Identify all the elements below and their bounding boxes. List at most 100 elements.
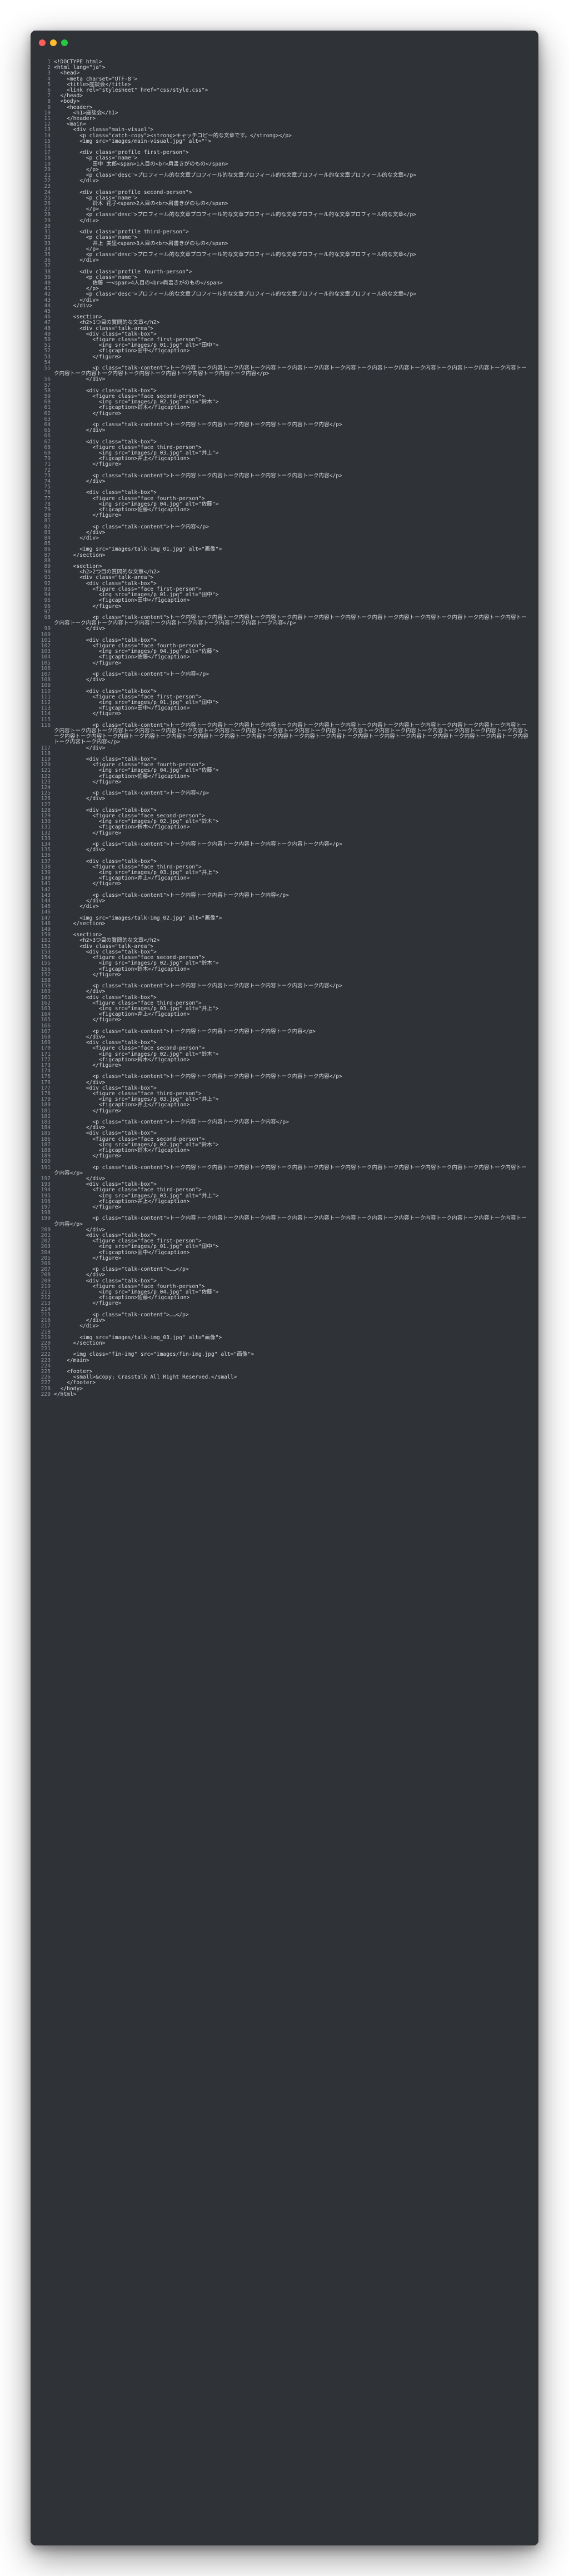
zoom-button[interactable] [61,39,68,46]
code-line: 29 </div> [31,218,538,224]
code-line: 135 </div> [31,847,538,853]
code-text: </section> [54,1340,106,1346]
code-text: <figcaption>佐藤</figcaption> [54,1295,190,1301]
code-line: 44 </div> [31,303,538,309]
code-line: 42 <p class="desc">プロフィール的な文章プロフィール的な文章プ… [31,292,538,297]
code-line: 223 </main> [31,1357,538,1364]
code-text: </div> [54,376,106,383]
line-number: 217 [41,1323,51,1330]
code-text: <h1>座談会</h1> [54,109,118,116]
code-text: </figure> [54,353,122,360]
code-text: <figcaption>佐藤</figcaption> [54,654,190,661]
code-text: <figcaption>鈴木</figcaption> [54,405,190,411]
code-line: 73 <p class="talk-content">トーク内容トーク内容トーク… [31,473,538,479]
code-text: </div> [54,529,106,536]
code-text: <p class="talk-content">トーク内容</p> [54,523,209,530]
code-text: <p class="talk-content">トーク内容トーク内容トーク内容ト… [54,1119,289,1125]
code-line: 117 </div> [31,745,538,751]
code-line: 229 </html> [31,1391,538,1397]
code-text: </div> [54,745,106,751]
code-text: <figcaption>井上</figcaption> [54,1011,190,1018]
code-line: 88 [31,558,538,564]
line-number: 222 [41,1351,51,1358]
code-text: </section> [54,920,106,927]
code-line: 62 </figure> [31,411,538,417]
code-line: 215 <p class="talk-content">……</p> [31,1312,538,1318]
code-line: 147 <img src="images/talk-img_02.jpg" al… [31,915,538,921]
code-text: <img src="images/main-visual.jpg" alt=""… [54,138,212,144]
code-text: <figcaption>田中</figcaption> [54,705,190,712]
code-text: </div> [54,178,99,184]
code-text: </div> [54,1317,106,1324]
code-text: </div> [54,626,106,632]
code-line: 36 </div> [31,257,538,264]
code-text: </div> [54,257,99,264]
code-text: 佐藤 一<span>4人目の<br>肩書きがのもの</span> [54,279,223,286]
code-text: <img class="fin-img" src="images/fin-img… [54,1351,254,1358]
code-text: <p class="talk-content">トーク内容トーク内容トーク内容ト… [54,422,342,428]
line-number: 42 [44,291,51,298]
code-line: 160 </div> [31,989,538,995]
code-text: <header> [54,104,93,111]
code-line: 2 <html lang="ja"> [31,64,538,71]
code-line: 173 </figure> [31,1062,538,1069]
code-text: <p class="talk-content">トーク内容トーク内容トーク内容ト… [54,722,528,746]
code-text: <figcaption>井上</figcaption> [54,875,190,882]
line-number: 37 [44,263,51,269]
code-line: 19 田中 太郎<span>1人目の<br>肩書きがのもの</span> [31,161,538,167]
code-line: 143 <p class="talk-content">トーク内容トーク内容トー… [31,892,538,898]
code-line: 21 <p class="desc">プロフィール的な文章プロフィール的な文章プ… [31,172,538,178]
code-line: 181 </figure> [31,1108,538,1114]
code-line: 95 <figcaption>田中</figcaption> [31,598,538,603]
code-text: <figcaption>井上</figcaption> [54,1102,190,1109]
code-line: 64 <p class="talk-content">トーク内容トーク内容トーク… [31,422,538,428]
close-button[interactable] [39,39,46,46]
code-text: </figure> [54,971,122,978]
code-line: 125 <p class="talk-content">トーク内容</p> [31,790,538,796]
code-line: 226 <small>&copy; Crasstalk All Right Re… [31,1374,538,1380]
code-text: </div> [54,796,106,802]
code-text: </figure> [54,1300,122,1307]
code-text: </body> [54,1385,83,1392]
code-line: 107 <p class="talk-content">トーク内容</p> [31,671,538,677]
code-text: </div> [54,847,106,853]
code-text: </section> [54,552,106,558]
code-line: 84 </div> [31,535,538,541]
code-text: <figcaption>鈴木</figcaption> [54,966,190,972]
line-number: 98 [44,614,51,621]
code-text: </div> [54,903,99,910]
line-number: 165 [41,1017,51,1024]
code-line: 224 [31,1363,538,1369]
code-line: 105 </figure> [31,660,538,666]
code-text: </figure> [54,660,122,666]
code-line: 108 </div> [31,677,538,683]
code-editor[interactable]: 1 <!DOCTYPE html> 2 <html lang="ja"> 3 <head… [31,59,538,1397]
code-text: </div> [54,302,93,309]
code-line: 207 <p class="talk-content">……</p> [31,1267,538,1272]
code-line: 157 </figure> [31,972,538,978]
code-text: <!DOCTYPE html> [54,59,102,65]
code-line: 219 <img src="images/talk-img_03.jpg" al… [31,1335,538,1341]
code-line: 155 <img src="images/p_02.jpg" alt="鈴木"> [31,961,538,966]
code-line: 33 井上 美里<span>3人目の<br>肩書きがのもの</span> [31,241,538,247]
code-window: 1 <!DOCTYPE html> 2 <html lang="ja"> 3 <head… [31,31,538,2545]
code-line: 28 <p class="desc">プロフィール的な文章プロフィール的な文章プ… [31,212,538,218]
code-line: 123 </figure> [31,779,538,785]
code-line: 134 <p class="talk-content">トーク内容トーク内容トー… [31,841,538,847]
code-line: 40 佐藤 一<span>4人目の<br>肩書きがのもの</span> [31,279,538,286]
code-line: 7 </head> [31,93,538,99]
code-text: </div> [54,898,106,905]
code-text: <html lang="ja"> [54,64,106,71]
code-text: <figcaption>鈴木</figcaption> [54,824,190,831]
code-line: 98 <p class="talk-content">トーク内容トーク内容トーク… [31,615,538,626]
code-line: 104 <figcaption>佐藤</figcaption> [31,655,538,660]
code-line: 22 </div> [31,178,538,184]
code-text: 井上 美里<span>3人目の<br>肩書きがのもの</span> [54,240,228,247]
window-controls [39,39,68,46]
code-line: 35 <p class="desc">プロフィール的な文章プロフィール的な文章プ… [31,252,538,258]
code-line: 99 </div> [31,626,538,632]
minimize-button[interactable] [50,39,57,46]
